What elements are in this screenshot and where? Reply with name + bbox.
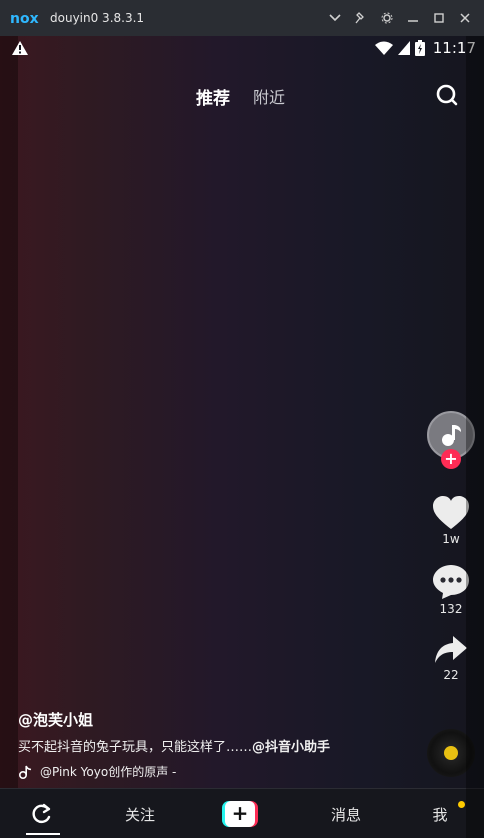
video-caption: 买不起抖音的兔子玩具，只能这样了……@抖音小助手 <box>18 736 330 755</box>
music-info[interactable]: @Pink Yoyo创作的原声 - <box>18 763 176 780</box>
nav-messages[interactable]: 消息 <box>316 789 376 838</box>
create-plus-label: + <box>225 801 255 827</box>
nox-logo: nox <box>10 11 39 26</box>
wifi-icon <box>374 41 393 55</box>
share-button[interactable]: 22 <box>421 634 481 682</box>
active-tab-indicator <box>26 833 60 835</box>
comment-icon <box>433 565 469 599</box>
music-note-icon <box>442 425 461 446</box>
create-button[interactable]: + <box>222 801 258 827</box>
window-controls <box>322 0 478 36</box>
warning-icon <box>12 41 28 55</box>
nav-create[interactable]: + <box>216 789 264 838</box>
nav-home[interactable] <box>18 789 66 838</box>
share-count: 22 <box>443 668 459 682</box>
author-name[interactable]: @泡芙小姐 <box>18 709 93 730</box>
maximize-icon[interactable] <box>426 0 452 36</box>
tiktok-note-icon <box>19 765 32 779</box>
music-title: @Pink Yoyo创作的原声 - <box>40 765 177 779</box>
music-disc[interactable] <box>427 729 475 777</box>
svg-text:nox: nox <box>10 11 39 26</box>
nav-me[interactable]: 我 <box>418 789 462 838</box>
like-count: 1w <box>442 532 460 546</box>
android-statusbar: 11:17 <box>0 36 484 60</box>
tab-nearby[interactable]: 附近 <box>253 84 285 108</box>
status-clock: 11:17 <box>432 39 476 57</box>
search-icon[interactable] <box>434 82 460 108</box>
bottom-nav: 关注 + 消息 我 <box>0 788 484 838</box>
notification-dot <box>458 801 465 808</box>
follow-plus-button[interactable]: + <box>441 449 461 469</box>
heart-icon <box>433 496 469 529</box>
minimize-icon[interactable] <box>400 0 426 36</box>
feed-tabs: 推荐 附近 <box>0 84 484 109</box>
comment-count: 132 <box>439 602 463 616</box>
caption-text: 买不起抖音的兔子玩具，只能这样了…… <box>18 740 253 755</box>
comment-button[interactable]: 132 <box>421 564 481 616</box>
emulator-titlebar: nox douyin0 3.8.3.1 <box>0 0 484 36</box>
signal-icon <box>397 41 410 55</box>
video-feed[interactable]: 11:17 推荐 附近 + 1w 132 22 @泡芙小姐 买不起抖音的兔子玩具… <box>0 36 484 838</box>
like-button[interactable]: 1w <box>421 496 481 546</box>
pin-icon[interactable] <box>348 0 374 36</box>
gear-icon[interactable] <box>374 0 400 36</box>
disc-label <box>444 746 458 760</box>
nav-follow[interactable]: 关注 <box>110 789 170 838</box>
share-icon <box>435 636 467 663</box>
caption-mention[interactable]: @抖音小助手 <box>252 740 330 755</box>
battery-icon <box>414 40 425 56</box>
author-avatar-group[interactable]: + <box>427 411 475 469</box>
close-icon[interactable] <box>452 0 478 36</box>
refresh-icon <box>32 803 51 824</box>
tab-recommended[interactable]: 推荐 <box>196 84 230 109</box>
chevron-down-icon[interactable] <box>322 0 348 36</box>
window-title: douyin0 3.8.3.1 <box>50 11 145 25</box>
